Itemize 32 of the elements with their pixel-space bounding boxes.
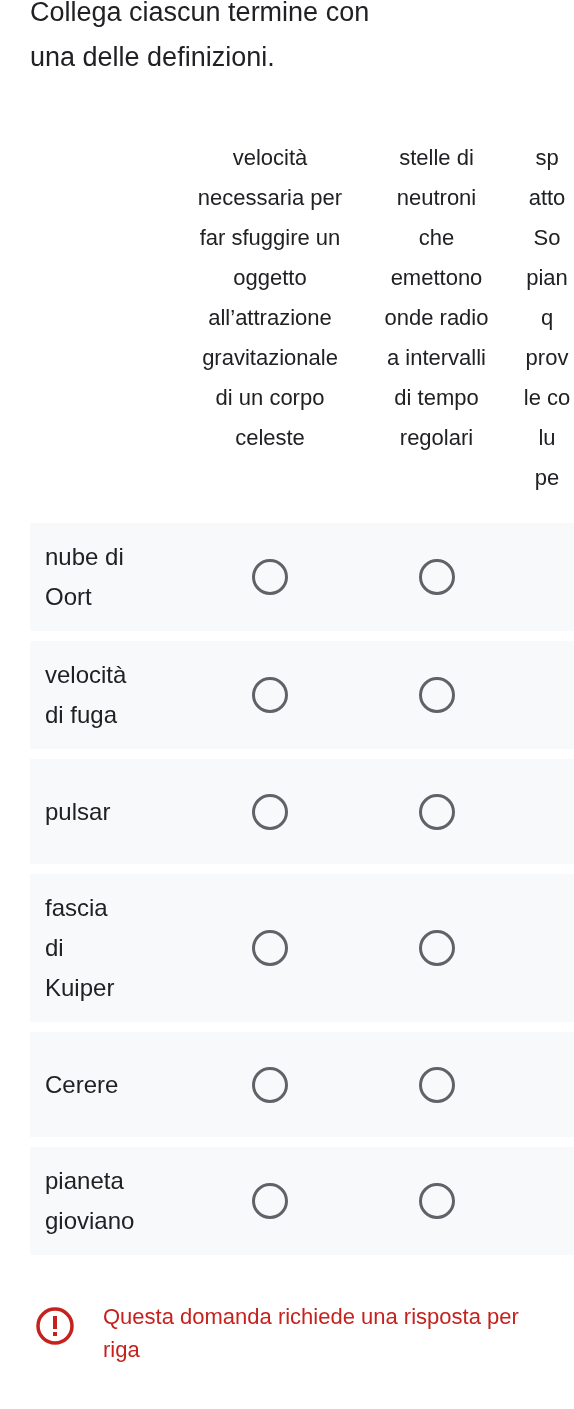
radio-button[interactable]	[252, 930, 288, 966]
radio-button[interactable]	[418, 793, 455, 830]
column-header-fragment: sp	[535, 144, 559, 172]
column-header-fragment: q	[540, 304, 554, 332]
column-header-fragment: So	[533, 224, 561, 252]
radio-button[interactable]	[252, 677, 288, 713]
question-title: Collega ciascun termine con una delle definizioni.	[29, 0, 371, 74]
row-label: nube di Oort	[44, 542, 125, 612]
row-label: fascia di Kuiper	[44, 893, 116, 1003]
column-header-fragment: pian	[526, 264, 568, 292]
row-label: pianeta gioviano	[44, 1166, 136, 1236]
radio-button[interactable]	[418, 677, 455, 713]
radio-button[interactable]	[252, 1066, 288, 1103]
error-message: Questa domanda richiede una risposta per riga	[103, 1303, 520, 1364]
column-header-fragment: pe	[534, 464, 560, 492]
column-header-fragment: atto	[528, 184, 566, 212]
row-label: pulsar	[44, 796, 112, 827]
row-label: velocità di fuga	[44, 660, 128, 730]
radio-button[interactable]	[252, 559, 288, 595]
radio-button[interactable]	[418, 930, 455, 966]
row-label: Cerere	[44, 1069, 120, 1100]
radio-button[interactable]	[418, 559, 455, 595]
column-header-fragment: lu	[538, 424, 556, 452]
radio-button[interactable]	[252, 1183, 288, 1219]
radio-button[interactable]	[418, 1066, 455, 1103]
error-icon	[35, 1306, 75, 1346]
column-header: stelle di neutroni che emettono onde radio a intervalli di tempo regolari	[383, 144, 490, 452]
column-header: velocità necessaria per far sfuggire un oggetto all’attrazione gravitazionale di un corpo celeste	[196, 144, 344, 452]
radio-button[interactable]	[418, 1183, 455, 1219]
radio-button[interactable]	[252, 793, 288, 830]
column-header-fragment: le co	[523, 384, 571, 412]
column-header-fragment: prov	[525, 344, 569, 372]
